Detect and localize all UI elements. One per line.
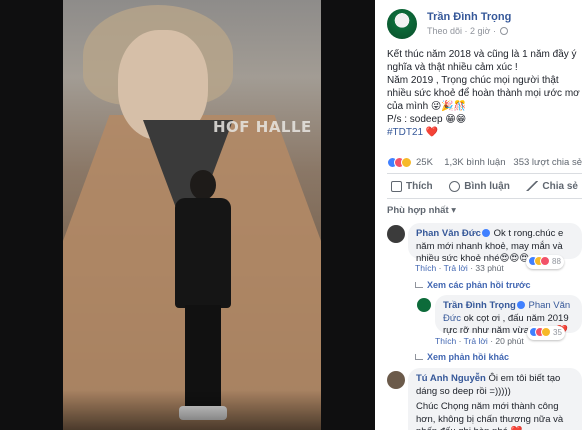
photo-person-head [190, 170, 216, 200]
reply-links: Thích · Trả lời · 20 phút [435, 336, 524, 346]
comment-bubble: Tú Anh Nguyễn Ôi em tôi biết tạo dáng so… [408, 368, 582, 430]
post-time[interactable]: · 2 giờ · [465, 26, 496, 36]
verified-badge-icon [516, 301, 525, 309]
comment-like-link[interactable]: Thích [415, 263, 436, 273]
post-actions: Thích Bình luận Chia sẻ [387, 176, 582, 196]
post-hashtag-line: #TDT21 ❤️ [387, 126, 582, 139]
comment-filter-dropdown[interactable]: Phù hợp nhất ▾ [387, 205, 456, 216]
comment-reply-link[interactable]: Trả lời [444, 263, 468, 273]
more-replies-label: Xem phản hồi khác [427, 352, 510, 362]
heart-emoji: ❤️ [425, 127, 439, 138]
post-line-1: Kết thúc năm 2018 và cũng là 1 năm đầy ý… [387, 49, 577, 73]
comment-button[interactable]: Bình luận [445, 176, 514, 196]
globe-icon [500, 27, 509, 35]
comment-time[interactable]: 33 phút [475, 263, 503, 273]
verified-badge-icon [481, 229, 490, 237]
commenter-avatar[interactable] [387, 371, 405, 389]
share-count[interactable]: 353 lượt chia sẻ [513, 157, 582, 168]
follow-link[interactable]: Theo dõi [427, 26, 462, 36]
like-button[interactable]: Thích [387, 176, 437, 196]
share-label: Chia sẻ [542, 180, 578, 192]
post-stats: 25K 1,3K bình luận 353 lượt chia sẻ [387, 156, 582, 170]
reply-arrow-icon [415, 354, 423, 360]
post-photo: HOF HALLE [63, 0, 321, 430]
love-reaction-icon [540, 256, 550, 266]
reply-reply-link[interactable]: Trả lời [464, 336, 488, 346]
photo-floor [63, 390, 321, 430]
reply-time[interactable]: 20 phút [495, 336, 523, 346]
divider-top [387, 173, 582, 174]
post-meta: Theo dõi · 2 giờ · [427, 26, 509, 36]
comment-label: Bình luận [464, 180, 510, 192]
comment-share-counts: 1,3K bình luận 353 lượt chia sẻ [444, 157, 582, 168]
haha-reaction-icon [401, 157, 412, 168]
reply-arrow-icon [415, 282, 423, 288]
thumbs-up-icon [391, 180, 402, 192]
post-header: Trần Đình Trọng Theo dõi · 2 giờ · [387, 9, 582, 41]
more-replies-link[interactable]: Xem phản hồi khác [415, 352, 509, 362]
reply-like-link[interactable]: Thích [435, 336, 456, 346]
reply-reactions[interactable]: 35 [527, 326, 565, 340]
post-text: Kết thúc năm 2018 và cũng là 1 năm đầy ý… [387, 48, 582, 139]
previous-replies-link[interactable]: Xem các phản hồi trước [415, 280, 530, 290]
comment-links: Thích · Trả lời · 33 phút [415, 263, 504, 273]
like-label: Thích [406, 180, 433, 192]
author-avatar[interactable] [387, 9, 417, 39]
share-icon [526, 181, 539, 191]
comment-reaction-count: 88 [552, 257, 561, 266]
reaction-count: 25K [416, 157, 433, 168]
post-line-2: Năm 2019 , Trọng chúc mọi người thật nhi… [387, 75, 580, 112]
commenter-name[interactable]: Phan Văn Đức [416, 228, 481, 239]
divider-bottom [387, 198, 582, 199]
comment-icon [449, 180, 461, 192]
comment-text-line-2: Chúc Chọng năm mới thành công hơn, không… [416, 401, 564, 430]
reply-author-name[interactable]: Trần Đình Trọng [443, 300, 516, 311]
comment-reactions[interactable]: 88 [526, 255, 564, 269]
photo-viewer: HOF HALLE [0, 0, 375, 430]
post-line-3: P/s : sodeep 😁😁 [387, 114, 467, 125]
comment-bubble: Phan Văn Đức Ok t rong.chúc e năm mới nh… [408, 223, 582, 264]
previous-replies-label: Xem các phản hồi trước [427, 280, 531, 290]
commenter-name[interactable]: Tú Anh Nguyễn [416, 373, 486, 384]
share-button[interactable]: Chia sẻ [522, 176, 582, 196]
reply-reaction-count: 35 [553, 328, 562, 337]
reactions-summary[interactable]: 25K [387, 157, 433, 169]
haha-reaction-icon [541, 327, 551, 337]
photo-person [173, 170, 233, 420]
reply-avatar[interactable] [417, 298, 431, 312]
photo-person-body [175, 198, 231, 308]
author-name[interactable]: Trần Đình Trọng [427, 11, 511, 23]
post-sidebar: Trần Đình Trọng Theo dõi · 2 giờ · Kết t… [375, 0, 586, 430]
commenter-avatar[interactable] [387, 225, 405, 243]
photo-store-sign: HOF HALLE [213, 118, 312, 136]
hashtag-link[interactable]: #TDT21 [387, 127, 423, 138]
comment-count[interactable]: 1,3K bình luận [444, 157, 505, 168]
